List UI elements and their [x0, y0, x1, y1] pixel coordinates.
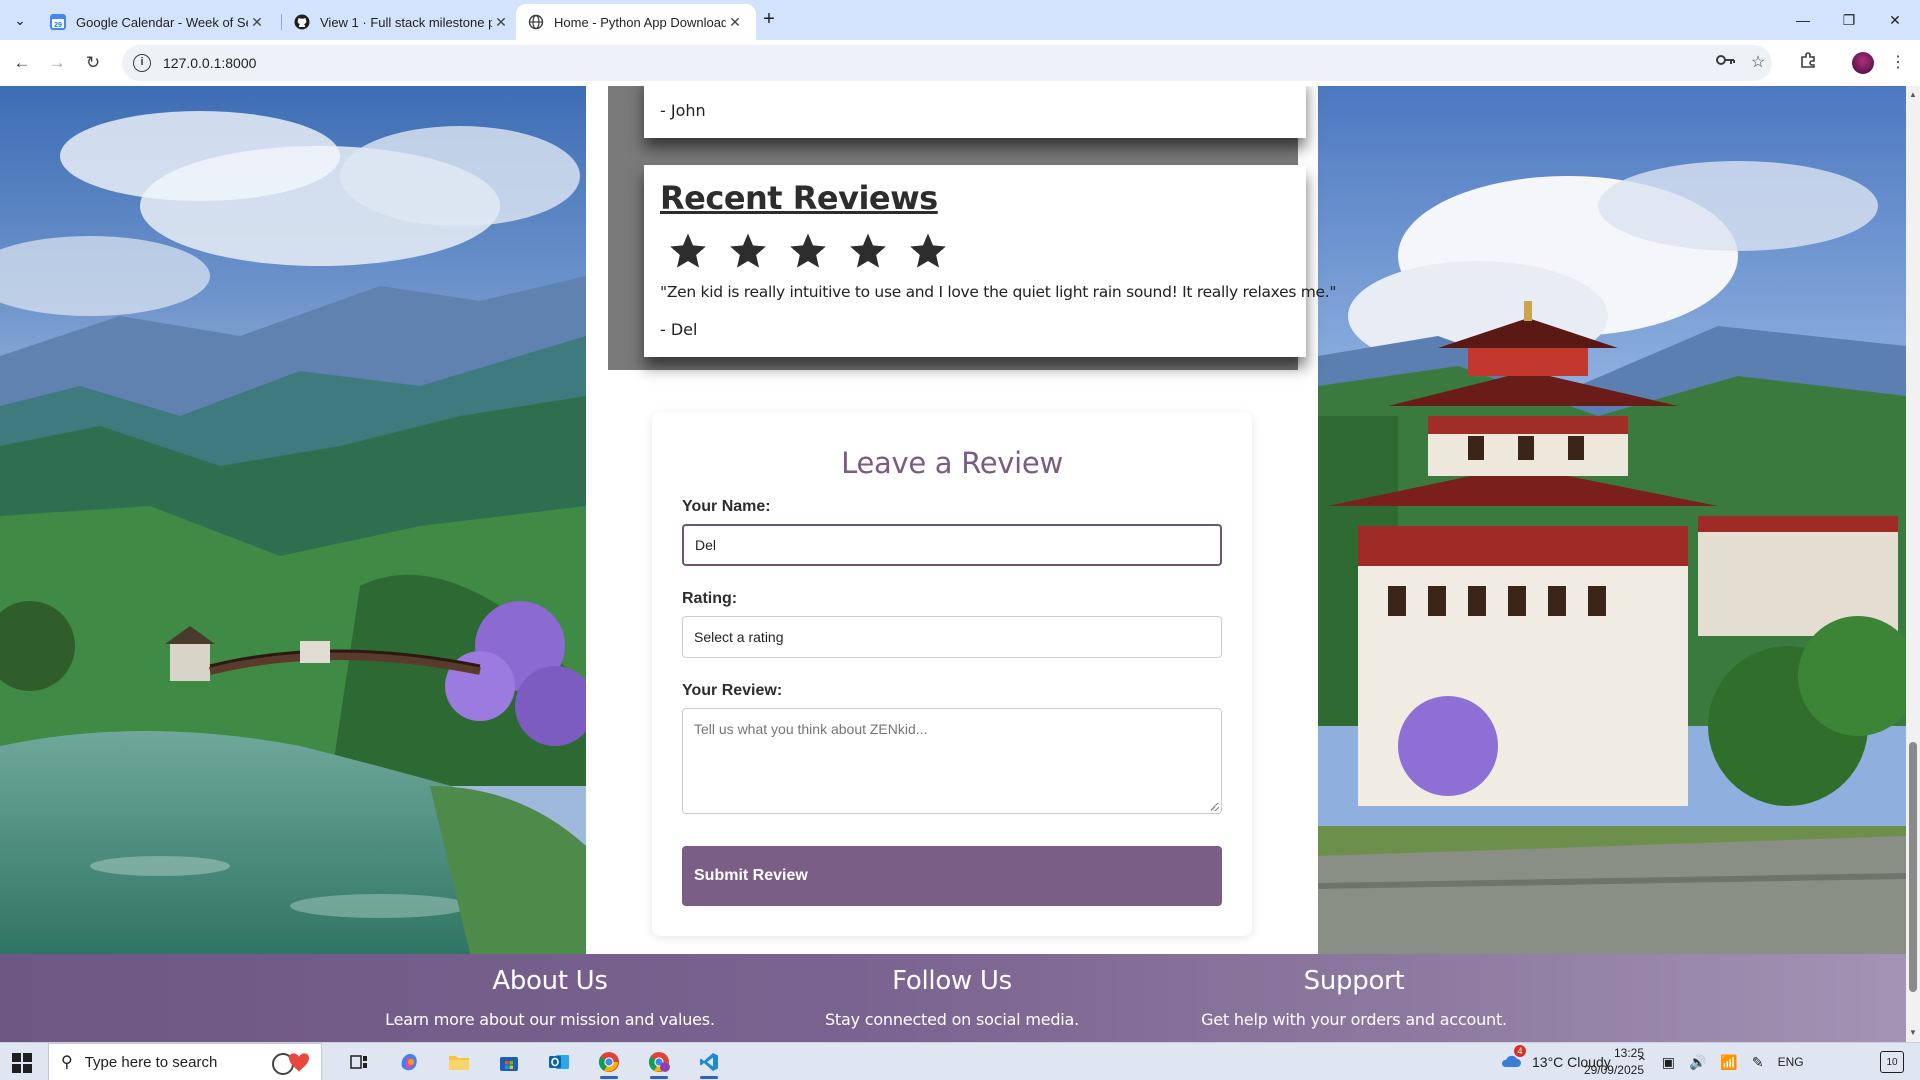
- bookmark-star-icon[interactable]: ☆: [1746, 51, 1770, 75]
- close-tab-icon[interactable]: ✕: [248, 14, 266, 31]
- weather-cloud-icon: 4: [1500, 1044, 1526, 1072]
- chrome-profile-icon[interactable]: [644, 1048, 674, 1079]
- name-input-value: Del: [695, 537, 717, 553]
- globe-icon: [528, 14, 544, 30]
- recent-review-card: Recent Reviews "Zen kid is really intuit…: [644, 165, 1337, 357]
- review-author: - Del: [660, 320, 698, 339]
- background-landscape-left: [0, 86, 586, 954]
- pen-icon[interactable]: ✎: [1752, 1054, 1764, 1071]
- star-icon: [850, 233, 886, 268]
- taskbar-search-placeholder: Type here to search: [84, 1053, 218, 1071]
- taskbar-clock[interactable]: 13:25 29/09/2025: [1572, 1045, 1644, 1079]
- scroll-up-icon[interactable]: ▲: [1908, 90, 1918, 99]
- leave-review-heading: Leave a Review: [841, 446, 1063, 480]
- weather-alert-badge: 4: [1514, 1044, 1526, 1057]
- clock-date: 29/09/2025: [1583, 1063, 1644, 1077]
- leave-review-form: Leave a Review Your Name: Del Rating: Se…: [652, 412, 1252, 936]
- restore-button[interactable]: ❐: [1826, 0, 1872, 40]
- more-menu-icon[interactable]: ⋮: [1886, 51, 1910, 75]
- footer-support: Support Get help with your orders and ac…: [1104, 966, 1604, 1029]
- notification-center-icon[interactable]: 10: [1880, 1051, 1904, 1073]
- background-landscape-right: [1318, 86, 1906, 954]
- rating-label: Rating:: [682, 590, 738, 607]
- close-window-button[interactable]: ✕: [1872, 0, 1918, 40]
- tab-title: Google Calendar - Week of Sep: [76, 14, 248, 30]
- tab-google-calendar[interactable]: 29 Google Calendar - Week of Sep ✕: [38, 4, 278, 40]
- task-view-icon[interactable]: [344, 1048, 374, 1076]
- network-icon[interactable]: 📶: [1720, 1054, 1737, 1071]
- microsoft-store-icon[interactable]: [494, 1048, 524, 1076]
- close-tab-icon[interactable]: ✕: [492, 14, 510, 31]
- notification-count: 10: [1886, 1056, 1898, 1068]
- profile-avatar[interactable]: [1852, 52, 1874, 74]
- name-label: Your Name:: [682, 498, 771, 515]
- new-tab-button[interactable]: +: [756, 8, 782, 32]
- tab-strip: ⌄ 29 Google Calendar - Week of Sep ✕ Vie…: [0, 0, 1920, 40]
- chevron-down-icon: ⌄: [14, 11, 26, 28]
- review-textarea-placeholder: Tell us what you think about ZENkid...: [694, 721, 928, 737]
- tab-python-app[interactable]: Home - Python App Download ✕: [516, 4, 756, 40]
- system-tray: ⌃ ▣ 🔊 📶 ✎ ENG: [1636, 1043, 1804, 1080]
- site-footer: About Us Learn more about our mission an…: [0, 954, 1906, 1042]
- testimonial-card: - John: [644, 86, 1306, 138]
- outlook-icon[interactable]: [544, 1048, 574, 1076]
- review-quote: "Zen kid is really intuitive to use and …: [660, 283, 1337, 301]
- password-key-icon[interactable]: [1714, 51, 1738, 75]
- windows-taskbar: ⚲ Type here to search 4 13°C Cloudy ⌃ ▣ …: [0, 1042, 1920, 1080]
- page-viewport: - John Recent Reviews "Zen kid is really…: [0, 86, 1906, 1042]
- search-icon: ⚲: [61, 1054, 73, 1071]
- review-textarea[interactable]: Tell us what you think about ZENkid...: [682, 708, 1222, 814]
- testimonials-section: - John Recent Reviews "Zen kid is really…: [608, 86, 1337, 370]
- submit-review-button[interactable]: Submit Review: [682, 846, 1222, 906]
- footer-support-text: Get help with your orders and account.: [1201, 1010, 1507, 1029]
- star-icon: [790, 233, 826, 268]
- url-text[interactable]: 127.0.0.1:8000: [163, 55, 256, 71]
- rating-select-value: Select a rating: [694, 629, 784, 645]
- name-input[interactable]: Del: [682, 524, 1222, 566]
- taskbar-search[interactable]: ⚲ Type here to search: [48, 1043, 322, 1080]
- star-icon: [670, 233, 706, 268]
- address-bar[interactable]: i 127.0.0.1:8000: [122, 45, 1772, 81]
- tab-search-button[interactable]: ⌄: [6, 8, 34, 32]
- github-icon: [294, 14, 310, 30]
- main-content-column: - John Recent Reviews "Zen kid is really…: [586, 86, 1337, 954]
- forward-button[interactable]: →: [45, 51, 69, 75]
- recent-reviews-heading: Recent Reviews: [660, 179, 938, 217]
- tab-title: View 1 · Full stack milestone pr: [320, 14, 492, 30]
- extensions-icon[interactable]: [1796, 51, 1820, 75]
- star-icon: [910, 233, 946, 268]
- rating-select[interactable]: Select a rating: [682, 616, 1222, 658]
- google-calendar-icon: 29: [50, 14, 66, 30]
- tab-title: Home - Python App Download: [554, 14, 726, 30]
- minimize-button[interactable]: —: [1780, 0, 1826, 40]
- language-indicator[interactable]: ENG: [1778, 1055, 1804, 1069]
- copilot-icon[interactable]: [394, 1048, 424, 1076]
- chrome-icon[interactable]: [594, 1048, 624, 1079]
- resize-grip-icon[interactable]: [1211, 803, 1219, 811]
- testimonial-author: - John: [660, 101, 706, 120]
- clock-time: 13:25: [1613, 1046, 1644, 1060]
- tab-github[interactable]: View 1 · Full stack milestone pr ✕: [282, 4, 522, 40]
- scrollbar-thumb[interactable]: [1909, 742, 1917, 992]
- star-icon: [730, 233, 766, 268]
- footer-support-title: Support: [1303, 966, 1405, 996]
- browser-toolbar: ← → ↻ i 127.0.0.1:8000 ☆ ⋮: [0, 40, 1920, 86]
- file-explorer-icon[interactable]: [444, 1048, 474, 1076]
- close-tab-icon[interactable]: ✕: [726, 14, 744, 31]
- windows-start-icon[interactable]: [12, 1053, 32, 1073]
- reload-button[interactable]: ↻: [81, 51, 105, 75]
- review-label: Your Review:: [682, 682, 783, 699]
- scroll-down-icon[interactable]: ▼: [1908, 1028, 1918, 1037]
- page-scrollbar[interactable]: ▲ ▼: [1906, 86, 1920, 1042]
- back-button[interactable]: ←: [10, 51, 34, 75]
- volume-icon[interactable]: 🔊: [1689, 1054, 1706, 1071]
- meet-now-icon[interactable]: ▣: [1662, 1054, 1675, 1071]
- site-info-icon[interactable]: i: [133, 54, 151, 72]
- svg-text:29: 29: [54, 22, 62, 29]
- vscode-icon[interactable]: [694, 1048, 724, 1079]
- star-rating: [668, 231, 948, 271]
- search-highlight-icon: [272, 1053, 309, 1075]
